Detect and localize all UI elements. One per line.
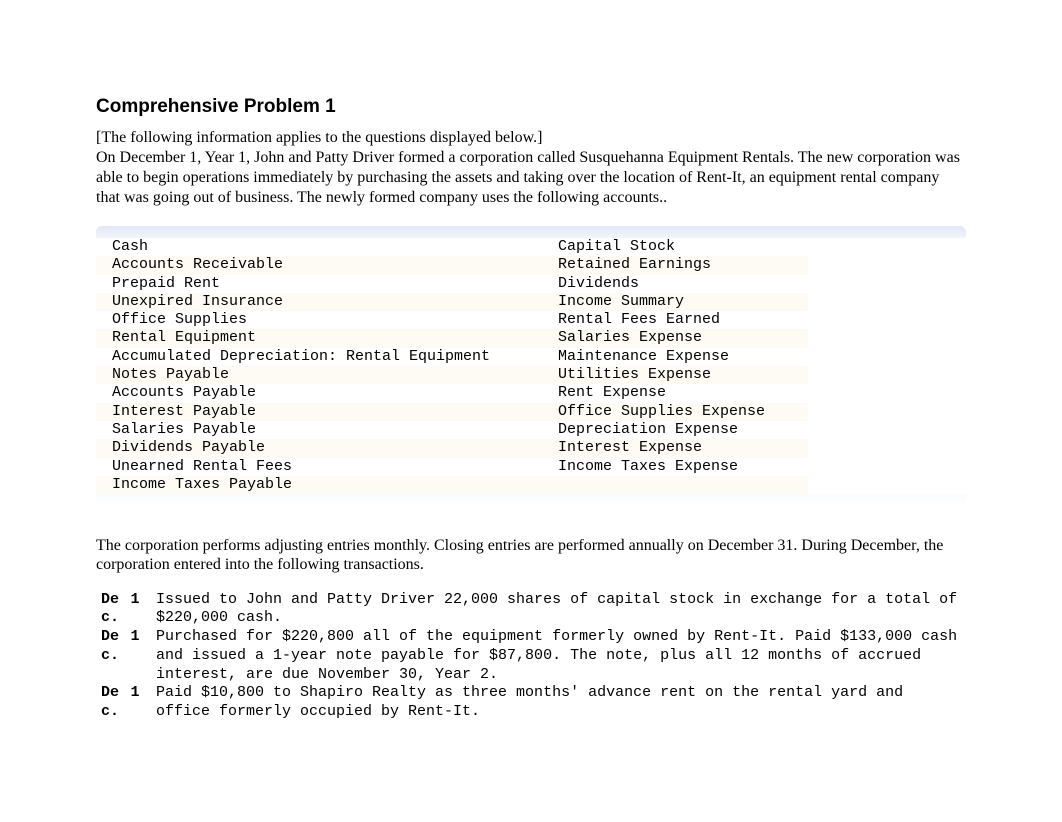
account-right: Capital Stock xyxy=(542,238,808,256)
table-row: Accumulated Depreciation: Rental Equipme… xyxy=(96,348,808,366)
block-highlight-top xyxy=(96,226,966,238)
account-right: Income Taxes Expense xyxy=(542,458,808,476)
transaction-month: De c. xyxy=(96,684,124,722)
account-right: Utilities Expense xyxy=(542,366,808,384)
table-row: De c. 1 Purchased for $220,800 all of th… xyxy=(96,628,966,684)
accounts-list-block: CashCapital Stock Accounts ReceivableRet… xyxy=(96,226,966,508)
account-left: Interest Payable xyxy=(96,403,542,421)
account-left: Notes Payable xyxy=(96,366,542,384)
transaction-day: 1 xyxy=(124,684,152,722)
table-row: Salaries PayableDepreciation Expense xyxy=(96,421,808,439)
transaction-description: Paid $10,800 to Shapiro Realty as three … xyxy=(152,684,966,722)
account-left: Unexpired Insurance xyxy=(96,293,542,311)
account-right: Dividends xyxy=(542,275,808,293)
table-row: Unearned Rental FeesIncome Taxes Expense xyxy=(96,458,808,476)
account-left: Office Supplies xyxy=(96,311,542,329)
page-title: Comprehensive Problem 1 xyxy=(96,96,966,118)
table-row: De c. 1 Issued to John and Patty Driver … xyxy=(96,591,966,629)
account-left: Income Taxes Payable xyxy=(96,476,542,494)
table-row: Office SuppliesRental Fees Earned xyxy=(96,311,808,329)
transaction-day: 1 xyxy=(124,591,152,629)
table-row: De c. 1 Paid $10,800 to Shapiro Realty a… xyxy=(96,684,966,722)
account-right xyxy=(542,476,808,494)
account-left: Dividends Payable xyxy=(96,439,542,457)
account-right: Rental Fees Earned xyxy=(542,311,808,329)
account-left: Rental Equipment xyxy=(96,329,542,347)
account-left: Unearned Rental Fees xyxy=(96,458,542,476)
account-left: Accounts Receivable xyxy=(96,256,542,274)
transaction-month: De c. xyxy=(96,628,124,684)
account-right: Interest Expense xyxy=(542,439,808,457)
account-right: Retained Earnings xyxy=(542,256,808,274)
account-left: Cash xyxy=(96,238,542,256)
account-left: Accounts Payable xyxy=(96,384,542,402)
transaction-description: Issued to John and Patty Driver 22,000 s… xyxy=(152,591,966,629)
account-right: Rent Expense xyxy=(542,384,808,402)
transactions-table: De c. 1 Issued to John and Patty Driver … xyxy=(96,591,966,722)
account-right: Maintenance Expense xyxy=(542,348,808,366)
table-row: CashCapital Stock xyxy=(96,238,808,256)
accounts-table: CashCapital Stock Accounts ReceivableRet… xyxy=(96,238,808,494)
account-right: Salaries Expense xyxy=(542,329,808,347)
table-row: Income Taxes Payable xyxy=(96,476,808,494)
table-row: Unexpired InsuranceIncome Summary xyxy=(96,293,808,311)
table-row: Interest PayableOffice Supplies Expense xyxy=(96,403,808,421)
account-right: Depreciation Expense xyxy=(542,421,808,439)
transaction-day: 1 xyxy=(124,628,152,684)
account-left: Prepaid Rent xyxy=(96,275,542,293)
document-page: Comprehensive Problem 1 [The following i… xyxy=(0,0,1062,782)
account-right: Income Summary xyxy=(542,293,808,311)
mid-paragraph: The corporation performs adjusting entri… xyxy=(96,536,966,574)
table-row: Accounts PayableRent Expense xyxy=(96,384,808,402)
account-left: Salaries Payable xyxy=(96,421,542,439)
table-row: Prepaid RentDividends xyxy=(96,275,808,293)
block-highlight-bottom xyxy=(96,494,966,508)
table-row: Rental EquipmentSalaries Expense xyxy=(96,329,808,347)
table-row: Notes PayableUtilities Expense xyxy=(96,366,808,384)
transaction-month: De c. xyxy=(96,591,124,629)
intro-body-text: On December 1, Year 1, John and Patty Dr… xyxy=(96,149,960,206)
account-right: Office Supplies Expense xyxy=(542,403,808,421)
intro-paragraph: [The following information applies to th… xyxy=(96,128,966,208)
account-left: Accumulated Depreciation: Rental Equipme… xyxy=(96,348,542,366)
intro-bracket-text: [The following information applies to th… xyxy=(96,129,542,146)
transaction-description: Purchased for $220,800 all of the equipm… xyxy=(152,628,966,684)
table-row: Dividends PayableInterest Expense xyxy=(96,439,808,457)
table-row: Accounts ReceivableRetained Earnings xyxy=(96,256,808,274)
